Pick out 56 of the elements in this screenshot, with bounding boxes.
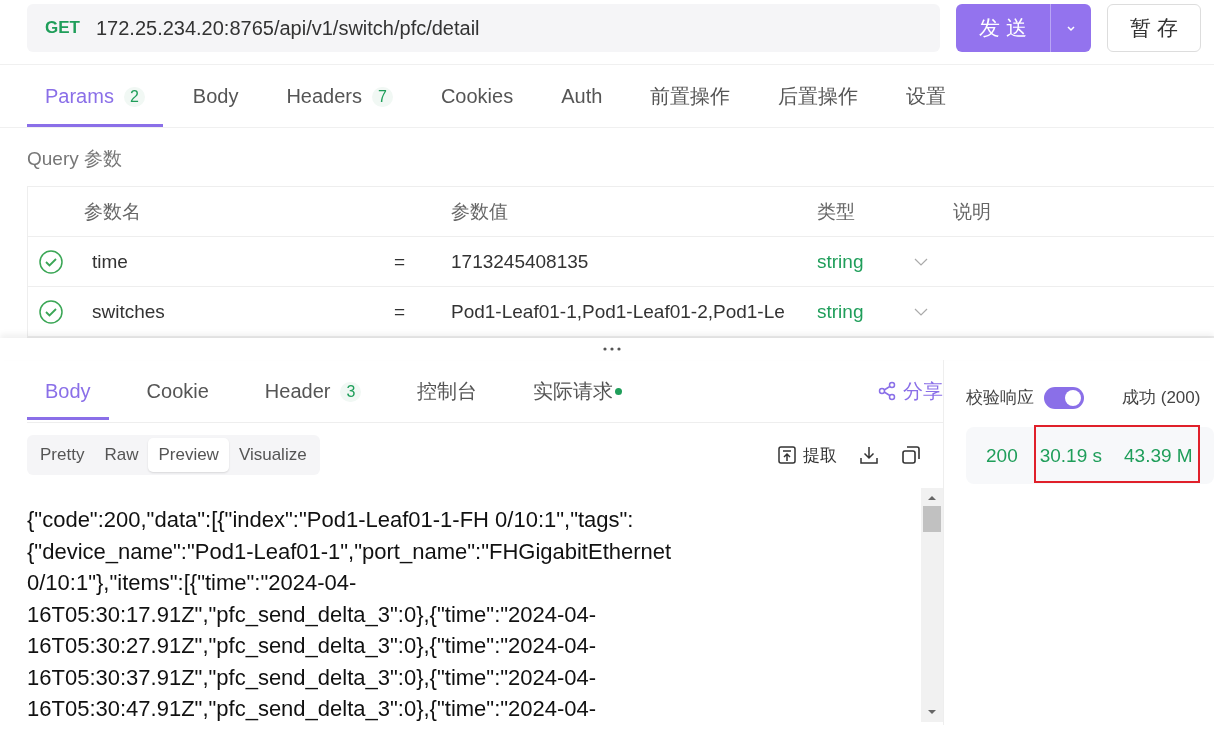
method-label: GET	[45, 18, 80, 38]
view-mode-tab[interactable]: Preview	[148, 438, 229, 472]
share-link[interactable]: 分享	[877, 377, 943, 405]
tab[interactable]: Params 2	[27, 65, 163, 127]
scroll-thumb[interactable]	[923, 506, 941, 532]
tab[interactable]: Headers 7	[268, 65, 411, 127]
tab[interactable]: Body	[174, 65, 257, 127]
tab[interactable]: Body	[27, 362, 109, 420]
scroll-up-icon[interactable]	[927, 494, 937, 502]
count-badge: 7	[372, 86, 393, 107]
tab[interactable]: 控制台	[399, 360, 496, 422]
checkbox[interactable]	[39, 299, 63, 324]
scrollbar[interactable]	[921, 488, 943, 722]
upload-box-icon[interactable]	[777, 445, 797, 465]
extract-button[interactable]: 提取	[777, 443, 837, 467]
param-name: time	[91, 250, 129, 273]
url-text: 172.25.234.20:8765/api/v1/switch/pfc/detail	[95, 16, 480, 40]
response-time: 30.19 s	[1039, 444, 1103, 467]
column-header: 说明	[953, 199, 992, 224]
validate-label: 校验响应	[966, 387, 1034, 409]
tab[interactable]: 实际请求	[515, 360, 641, 422]
column-header: 参数名	[84, 199, 142, 224]
column-header: 参数值	[451, 199, 509, 224]
share-icon[interactable]	[877, 381, 897, 401]
tab[interactable]: 后置操作	[760, 65, 877, 127]
response-body: {"code":200,"data":[{"index":"Pod1-Leaf01-1-FH 0/10:1","tags": {"device_name":"Pod1-Leaf01-1","port_name":"FHGigabitEthernet 0/10:1"},"items":[{"time":"2024-04- 16T05:30:17.91Z","pfc_send_delta_3":0},{"time":"2024-04- 16T05:30:27.91Z","pfc_send_delta_3":0},{"time":"2024-04- 16T05:30:37.91Z","pfc_send_delta_3":0},{"time":"2024-04- 16T05:30:47.91Z","pfc_send_delta_3":0},{"time":"2024-04-	[27, 506, 673, 723]
download-icon[interactable]	[859, 445, 879, 465]
tab[interactable]: 设置	[888, 65, 965, 127]
response-size: 43.39 M	[1124, 444, 1193, 467]
param-name: switches	[91, 300, 166, 323]
toggle-switch[interactable]	[1044, 386, 1084, 409]
url-field[interactable]: GET 172.25.234.20:8765/api/v1/switch/pfc/detail	[27, 4, 940, 52]
checkbox[interactable]	[39, 249, 63, 274]
view-mode-tab[interactable]: Visualize	[228, 438, 317, 472]
view-mode-tab[interactable]: Raw	[94, 438, 149, 472]
param-value: 1713245408135	[451, 250, 590, 273]
count-badge: 3	[340, 381, 362, 402]
tab[interactable]: 前置操作	[632, 65, 749, 127]
save-button[interactable]: 暂 存	[1107, 4, 1201, 52]
tab[interactable]: Cookies	[422, 65, 532, 127]
scroll-down-icon[interactable]	[927, 708, 937, 716]
send-button[interactable]: 发 送	[956, 4, 1091, 52]
equals-sign: =	[394, 300, 407, 323]
tab[interactable]: Header 3	[246, 362, 380, 420]
result-text: 成功 (200)	[1122, 387, 1201, 409]
equals-sign: =	[394, 250, 407, 273]
tab[interactable]: Cookie	[128, 362, 227, 420]
resize-handle-icon[interactable]	[602, 347, 622, 351]
copy-icon[interactable]	[901, 445, 921, 465]
status-code: 200	[986, 444, 1018, 467]
column-header: 类型	[817, 199, 856, 224]
section-title: Query 参数	[26, 147, 124, 171]
tab[interactable]: Auth	[543, 65, 621, 127]
param-value: Pod1-Leaf01-1,Pod1-Leaf01-2,Pod1-Le	[451, 300, 786, 323]
count-badge: 2	[123, 86, 145, 107]
view-mode-tab[interactable]: Pretty	[30, 438, 95, 472]
